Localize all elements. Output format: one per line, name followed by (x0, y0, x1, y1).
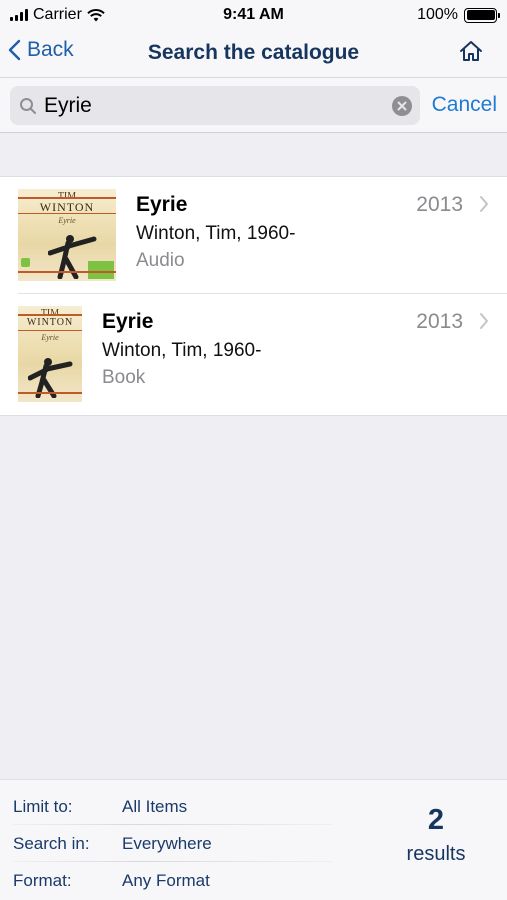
filter-limit-row[interactable]: Limit to: All Items (13, 788, 333, 825)
battery-percent: 100% (417, 6, 458, 23)
cover-author-last: WINTON (26, 317, 74, 328)
result-year: 2013 (416, 310, 463, 333)
result-title: Eyrie (102, 310, 154, 333)
cancel-button[interactable]: Cancel (432, 93, 497, 117)
result-title: Eyrie (136, 193, 188, 216)
cover-badge-small (21, 258, 30, 267)
cover-badge (88, 261, 114, 279)
book-cover-image: TIM WINTON Eyrie (18, 189, 116, 281)
filter-limit-label: Limit to: (13, 797, 73, 816)
filter-search-in-value: Everywhere (122, 834, 212, 853)
filter-format-value: Any Format (122, 871, 210, 890)
search-field[interactable] (10, 86, 420, 125)
filter-format-row[interactable]: Format: Any Format (13, 862, 333, 899)
search-bar: Cancel (0, 78, 507, 133)
search-input[interactable] (44, 90, 384, 121)
home-icon (460, 41, 482, 61)
status-bar: Carrier 9:41 AM 100% (0, 0, 507, 30)
list-item[interactable]: TIM WINTON Eyrie Eyrie Winton, Tim, 1960… (0, 294, 507, 415)
book-cover-image: TIM WINTON Eyrie (18, 306, 82, 402)
filter-search-in-row[interactable]: Search in: Everywhere (13, 825, 333, 862)
results-list: TIM WINTON Eyrie Eyrie Winton, Tim, 1960… (0, 176, 507, 416)
page-title: Search the catalogue (147, 41, 360, 64)
results-count-number: 2 (427, 804, 445, 836)
result-author: Winton, Tim, 1960- (102, 340, 262, 361)
result-author: Winton, Tim, 1960- (136, 223, 296, 244)
chevron-right-icon (480, 313, 488, 329)
navigation-bar: Back Search the catalogue (0, 30, 507, 78)
search-filters-panel: Limit to: All Items Search in: Everywher… (0, 779, 507, 900)
result-year: 2013 (416, 193, 463, 216)
clear-search-icon[interactable] (392, 96, 412, 116)
home-button[interactable] (459, 40, 483, 67)
result-format: Book (102, 367, 146, 388)
results-count: 2 results (401, 804, 471, 866)
result-format: Audio (136, 250, 185, 271)
cover-title: Eyrie (58, 216, 76, 225)
results-count-label: results (406, 843, 466, 865)
filter-format-label: Format: (13, 871, 72, 890)
filter-search-in-label: Search in: (13, 834, 90, 853)
filter-limit-value: All Items (122, 797, 188, 816)
status-right: 100% (417, 6, 500, 24)
search-icon (20, 98, 36, 114)
battery-icon (464, 7, 500, 23)
chevron-right-icon (480, 196, 488, 212)
cover-title: Eyrie (41, 333, 59, 342)
list-item[interactable]: TIM WINTON Eyrie Eyrie Winton, Tim, 1960… (0, 177, 507, 294)
